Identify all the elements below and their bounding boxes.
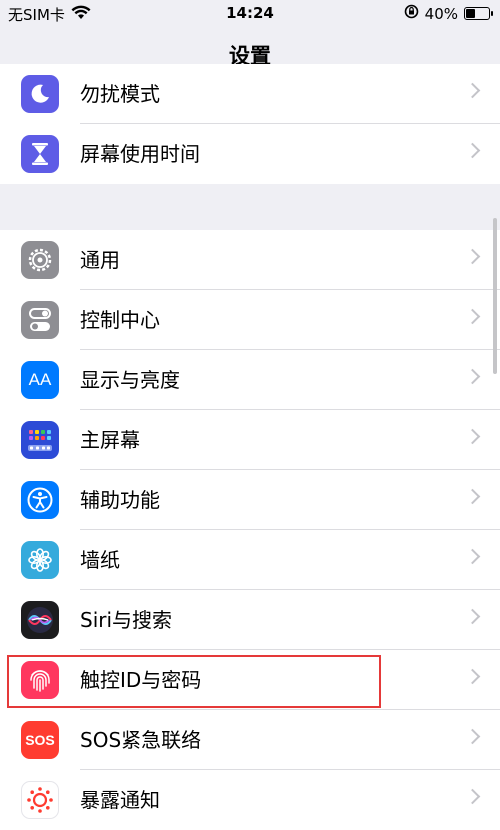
chevron-right-icon: [464, 142, 481, 159]
toggles-icon: [21, 301, 59, 339]
row-label: 屏幕使用时间: [80, 142, 200, 166]
status-bar: 无SIM卡 14:24 40%: [0, 0, 500, 28]
row-emergency-sos[interactable]: SOS SOS紧急联络: [0, 710, 500, 770]
chevron-right-icon: [464, 308, 481, 325]
flower-icon: [21, 541, 59, 579]
siri-icon: [21, 601, 59, 639]
row-label: 墙纸: [80, 548, 120, 572]
chevron-right-icon: [464, 368, 481, 385]
row-general[interactable]: 通用: [0, 230, 500, 290]
chevron-right-icon: [464, 668, 481, 685]
chevron-right-icon: [464, 728, 481, 745]
gear-icon: [21, 241, 59, 279]
fingerprint-icon: [21, 661, 59, 699]
row-do-not-disturb[interactable]: 勿扰模式: [0, 64, 500, 124]
row-label: 通用: [80, 248, 120, 272]
home-grid-icon: [21, 421, 59, 459]
sos-icon: SOS: [21, 721, 59, 759]
chevron-right-icon: [464, 548, 481, 565]
row-home-screen[interactable]: 主屏幕: [0, 410, 500, 470]
hourglass-icon: [21, 135, 59, 173]
row-label: 触控ID与密码: [80, 668, 202, 692]
scrollbar[interactable]: [493, 218, 497, 374]
chevron-right-icon: [464, 608, 481, 625]
row-siri-search[interactable]: Siri与搜索: [0, 590, 500, 650]
row-exposure-notifications[interactable]: 暴露通知: [0, 770, 500, 830]
row-screen-time[interactable]: 屏幕使用时间: [0, 124, 500, 184]
battery-icon: [464, 7, 493, 20]
exposure-icon: [21, 781, 59, 819]
chevron-right-icon: [464, 488, 481, 505]
status-right: 40%: [404, 4, 493, 23]
row-label: 辅助功能: [80, 488, 160, 512]
row-display-brightness[interactable]: AA 显示与亮度: [0, 350, 500, 410]
row-label: 勿扰模式: [80, 82, 160, 106]
accessibility-icon: [21, 481, 59, 519]
row-label: 暴露通知: [80, 788, 160, 812]
row-accessibility[interactable]: 辅助功能: [0, 470, 500, 530]
moon-icon: [21, 75, 59, 113]
row-wallpaper[interactable]: 墙纸: [0, 530, 500, 590]
settings-group-main: 通用 控制中心 AA 显示与亮度 主屏幕 辅助功能 墙纸 Siri与搜索 触控I…: [0, 230, 500, 830]
orientation-lock-icon: [404, 4, 419, 23]
settings-group-focus: 勿扰模式 屏幕使用时间: [0, 64, 500, 184]
chevron-right-icon: [464, 788, 481, 805]
text-size-icon: AA: [21, 361, 59, 399]
row-label: 控制中心: [80, 308, 160, 332]
battery-percent: 40%: [424, 4, 458, 23]
row-touch-id-passcode[interactable]: 触控ID与密码: [0, 650, 500, 710]
row-label: Siri与搜索: [80, 608, 173, 632]
row-label: 显示与亮度: [80, 368, 180, 392]
chevron-right-icon: [464, 248, 481, 265]
chevron-right-icon: [464, 428, 481, 445]
row-label: 主屏幕: [80, 428, 140, 452]
chevron-right-icon: [464, 82, 481, 99]
row-label: SOS紧急联络: [80, 728, 202, 752]
row-control-center[interactable]: 控制中心: [0, 290, 500, 350]
